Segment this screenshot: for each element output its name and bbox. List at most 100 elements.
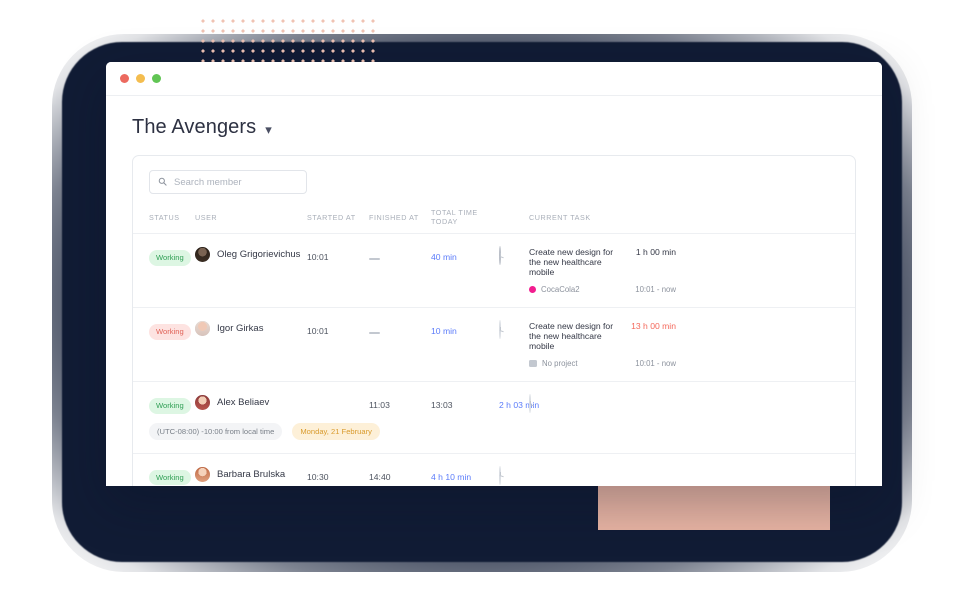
cell-started-at: 10:30 [307, 453, 369, 486]
cell-timezone: (UTC-08:00) -10:00 from local time Monday… [133, 422, 692, 454]
cell-total-time: 40 min [431, 234, 499, 308]
page-body: The Avengers ▾ Search member STATUS USER… [106, 96, 882, 486]
members-table: STATUS USER STARTED AT FINISHED AT TOTAL… [133, 194, 855, 486]
window-titlebar [106, 62, 882, 96]
task-duration: 1 h 00 min [635, 247, 676, 257]
empty-dash-icon [369, 332, 380, 334]
minimize-icon[interactable] [136, 74, 145, 83]
cell-timer-icon [499, 234, 529, 308]
avatar-barbara-brulska [195, 466, 210, 482]
maximize-icon[interactable] [152, 74, 161, 83]
total-time-value[interactable]: 4 h 10 min [431, 472, 471, 482]
cell-timer-icon [529, 382, 692, 427]
cell-current-task [529, 453, 692, 486]
column-header-finished-at: FINISHED AT [369, 212, 419, 222]
cell-user: Igor Girkas [195, 308, 307, 382]
table-row-timezone: (UTC-08:00) -10:00 from local time Monday… [133, 422, 855, 454]
column-header-user: USER [195, 212, 218, 222]
cell-user: Alex Beliaev [195, 382, 369, 427]
status-badge: Working [149, 398, 191, 414]
app-window: The Avengers ▾ Search member STATUS USER… [106, 62, 882, 486]
timezone-badge: (UTC-08:00) -10:00 from local time [149, 422, 283, 440]
empty-dash-icon [369, 258, 380, 260]
page-title: The Avengers [132, 116, 257, 138]
search-icon [158, 173, 167, 191]
stopwatch-icon[interactable] [529, 394, 531, 413]
card-toolbar [133, 156, 855, 194]
members-card: STATUS USER STARTED AT FINISHED AT TOTAL… [132, 155, 856, 486]
user-name: Igor Girkas [217, 323, 264, 334]
started-at-value: 10:30 [307, 471, 329, 482]
status-badge: Working [149, 324, 191, 340]
no-project-icon [529, 360, 537, 367]
total-time-value[interactable]: 40 min [431, 252, 457, 262]
avatar-oleg-grigorievichus [195, 247, 210, 262]
total-time-value[interactable]: 10 min [431, 326, 457, 336]
cell-current-task: Create new design for the new healthcare… [529, 234, 692, 308]
task-title[interactable]: Create new design for the new healthcare… [529, 247, 626, 277]
started-at-value: 10:01 [307, 326, 329, 336]
stopwatch-icon[interactable] [499, 320, 501, 339]
cell-status: Working [133, 453, 195, 486]
user-name: Barbara Brulska [217, 468, 286, 480]
stage: The Avengers ▾ Search member STATUS USER… [0, 0, 968, 615]
cell-started-at: 10:01 [307, 234, 369, 308]
search-input[interactable] [174, 176, 298, 188]
cell-total-time: 4 h 10 min [431, 453, 499, 486]
avatar-alex-beliaev [195, 395, 210, 410]
cell-finished-at [369, 308, 431, 382]
cell-total-time: 10 min [431, 308, 499, 382]
task-duration: 13 h 00 min [631, 321, 676, 331]
project-name: No project [542, 359, 578, 368]
cell-status: Working [133, 308, 195, 382]
table-row[interactable]: Working Alex Beliaev 11:03 13:03 2 h 03 min [133, 381, 855, 427]
column-header-total-time: TOTAL TIME TODAY [431, 208, 478, 226]
task-time-range: 10:01 - now [635, 285, 676, 294]
task-time-range: 10:01 - now [635, 359, 676, 368]
cell-user: Barbara Brulska [195, 453, 307, 486]
cell-total-time: 2 h 03 min [499, 382, 539, 427]
cell-finished-at [369, 234, 431, 308]
project-dot-icon [529, 286, 536, 293]
avatar-igor-girkas [195, 321, 210, 336]
search-box[interactable] [149, 170, 307, 194]
table-row[interactable]: Working Igor Girkas 10:01 10 min Create new … [133, 307, 855, 382]
table-body: Working Oleg Grigorievichus 10:01 40 min Cre… [133, 233, 855, 487]
table-head: STATUS USER STARTED AT FINISHED AT TOTAL… [133, 194, 855, 234]
stopwatch-icon[interactable] [499, 246, 501, 265]
table-row[interactable]: Working Oleg Grigorievichus 10:01 40 min Cre… [133, 233, 855, 308]
cell-finished-at: 14:40 [369, 453, 431, 486]
started-at-value: 11:03 [369, 400, 390, 410]
task-project: CocaCola2 [529, 285, 580, 294]
status-badge: Working [149, 469, 191, 486]
finished-at-value: 13:03 [431, 400, 453, 410]
cell-started-at: 11:03 [369, 382, 431, 427]
cell-current-task: Create new design for the new healthcare… [529, 308, 692, 382]
cell-current-task [692, 382, 855, 427]
status-badge: Working [149, 250, 191, 266]
column-header-started-at: STARTED AT [307, 212, 356, 222]
cell-timer-icon [499, 308, 529, 382]
finished-at-value: 14:40 [369, 471, 391, 482]
user-name: Oleg Grigorievichus [217, 249, 301, 260]
started-at-value: 10:01 [307, 252, 329, 262]
chevron-down-icon[interactable]: ▾ [265, 123, 272, 136]
date-badge: Monday, 21 February [292, 422, 380, 440]
cell-user: Oleg Grigorievichus [195, 234, 307, 308]
cell-timer-icon [499, 453, 529, 486]
cell-started-at: 10:01 [307, 308, 369, 382]
stopwatch-icon[interactable] [499, 465, 501, 485]
table-row[interactable]: Working Barbara Brulska 10:30 14:40 4 h 10 m… [133, 453, 855, 486]
task-project: No project [529, 359, 578, 368]
column-header-current-task: CURRENT TASK [529, 212, 591, 222]
project-name: CocaCola2 [541, 285, 580, 294]
task-title[interactable]: Create new design for the new healthcare… [529, 321, 621, 351]
page-header: The Avengers ▾ [132, 116, 856, 139]
close-icon[interactable] [120, 74, 129, 83]
cell-finished-at: 13:03 [431, 382, 499, 427]
cell-status: Working [133, 234, 195, 308]
decorative-dot-grid [196, 14, 380, 62]
user-name: Alex Beliaev [217, 397, 270, 408]
column-header-status: STATUS [149, 212, 180, 222]
column-header-timer [499, 194, 529, 234]
